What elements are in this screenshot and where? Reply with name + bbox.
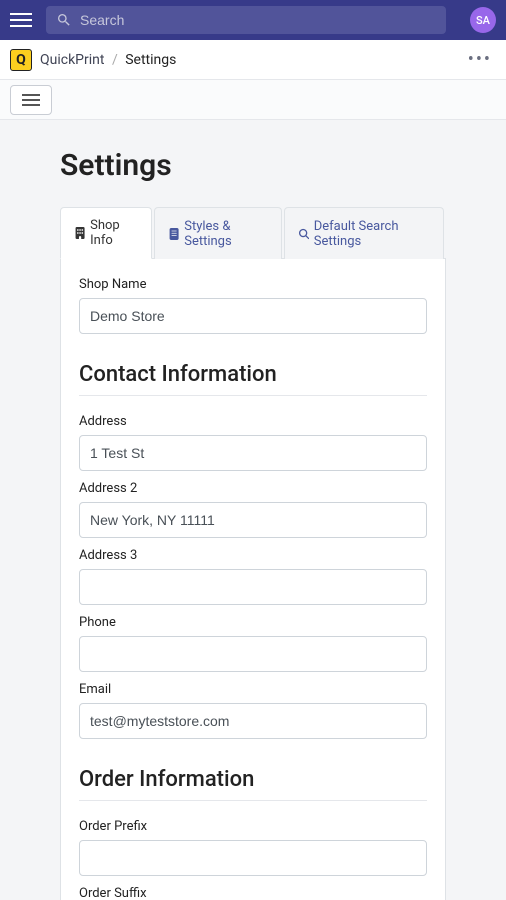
brand-logo: Q <box>10 49 32 71</box>
tab-default-search[interactable]: Default Search Settings <box>284 207 444 259</box>
tab-label: Styles & Settings <box>184 219 266 249</box>
order-prefix-label: Order Prefix <box>79 819 427 834</box>
breadcrumb-current: Settings <box>125 52 176 68</box>
top-bar: SA <box>0 0 506 40</box>
breadcrumb-bar: Q QuickPrint / Settings ••• <box>0 40 506 80</box>
address-input[interactable] <box>79 435 427 471</box>
tabs: Shop Info Styles & Settings Default Sear… <box>60 207 446 259</box>
contact-heading: Contact Information <box>79 362 427 387</box>
shop-name-input[interactable] <box>79 298 427 334</box>
address2-label: Address 2 <box>79 481 427 496</box>
tab-label: Shop Info <box>90 218 137 248</box>
order-heading: Order Information <box>79 767 427 792</box>
order-suffix-label: Order Suffix <box>79 886 427 900</box>
email-label: Email <box>79 682 427 697</box>
menu-icon[interactable] <box>10 13 32 27</box>
address3-input[interactable] <box>79 569 427 605</box>
email-input[interactable] <box>79 703 427 739</box>
search-icon <box>299 228 309 240</box>
breadcrumb-separator: / <box>112 52 118 68</box>
order-prefix-input[interactable] <box>79 840 427 876</box>
page-title: Settings <box>60 148 446 183</box>
sub-toolbar <box>0 80 506 120</box>
more-icon[interactable]: ••• <box>464 49 496 70</box>
tab-shop-info[interactable]: Shop Info <box>60 207 152 259</box>
building-icon <box>75 227 85 239</box>
tab-styles-settings[interactable]: Styles & Settings <box>154 207 281 259</box>
search-input[interactable] <box>80 12 436 28</box>
divider <box>79 800 427 801</box>
panel-shop-info: Shop Name Contact Information Address Ad… <box>60 259 446 900</box>
address2-input[interactable] <box>79 502 427 538</box>
breadcrumb: QuickPrint / Settings <box>40 52 176 68</box>
avatar[interactable]: SA <box>470 7 496 33</box>
address-label: Address <box>79 414 427 429</box>
breadcrumb-app[interactable]: QuickPrint <box>40 52 104 68</box>
list-icon <box>169 228 179 240</box>
phone-label: Phone <box>79 615 427 630</box>
content-area: Settings Shop Info Styles & Settings Def… <box>0 120 506 900</box>
tab-label: Default Search Settings <box>314 219 429 249</box>
address3-label: Address 3 <box>79 548 427 563</box>
phone-input[interactable] <box>79 636 427 672</box>
nav-toggle-button[interactable] <box>10 85 52 115</box>
search-box[interactable] <box>46 6 446 34</box>
divider <box>79 395 427 396</box>
shop-name-label: Shop Name <box>79 277 427 292</box>
search-icon <box>56 12 72 28</box>
